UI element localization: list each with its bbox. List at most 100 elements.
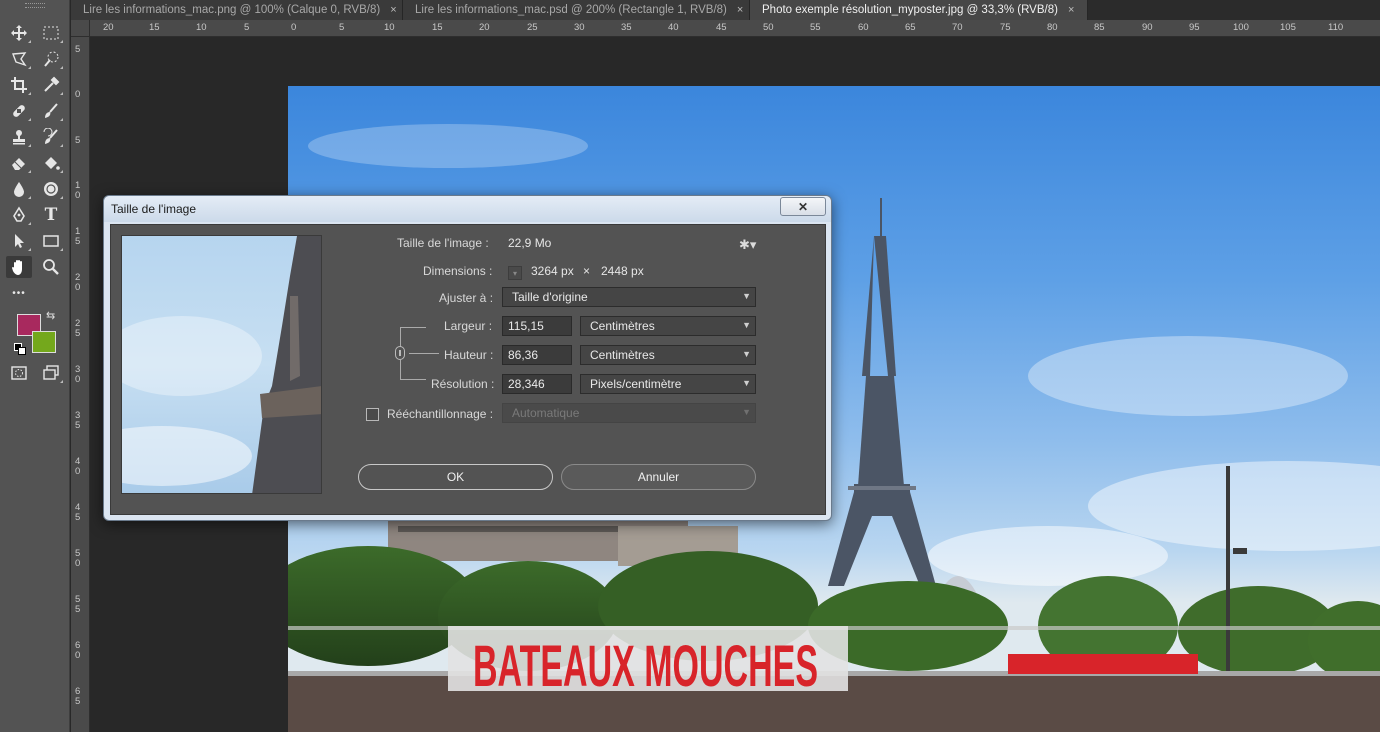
resolution-input[interactable]: 28,346 bbox=[502, 374, 572, 394]
move-tool-icon[interactable] bbox=[6, 22, 32, 44]
paint-bucket-tool-icon[interactable] bbox=[38, 152, 64, 174]
ruler-label: 5 bbox=[75, 44, 81, 55]
default-colors-icon[interactable] bbox=[14, 343, 26, 355]
clone-stamp-tool-icon[interactable] bbox=[6, 126, 32, 148]
eyedropper-tool-icon[interactable] bbox=[38, 74, 64, 96]
width-unit-value: Centimètres bbox=[590, 319, 655, 333]
link-bracket bbox=[400, 327, 426, 347]
close-icon[interactable]: ✕ bbox=[780, 197, 826, 216]
ruler-label: 50 bbox=[763, 22, 774, 33]
cancel-button[interactable]: Annuler bbox=[561, 464, 756, 490]
dodge-tool-icon[interactable] bbox=[38, 178, 64, 200]
dimensions-label: Dimensions : bbox=[423, 264, 493, 278]
dialog-titlebar[interactable]: Taille de l'image ✕ bbox=[104, 196, 831, 222]
chevron-down-icon: ▼ bbox=[742, 378, 751, 388]
chevron-down-icon: ▼ bbox=[742, 407, 751, 417]
close-tab-icon[interactable]: × bbox=[1068, 4, 1074, 16]
ruler-label: 4 5 bbox=[75, 502, 81, 523]
ruler-label: 5 bbox=[75, 135, 81, 146]
ruler-label: 45 bbox=[716, 22, 727, 33]
ok-button[interactable]: OK bbox=[358, 464, 553, 490]
ruler-label: 95 bbox=[1189, 22, 1200, 33]
ruler-label: 5 5 bbox=[75, 594, 81, 615]
type-tool-icon[interactable]: T bbox=[38, 204, 64, 226]
ruler-label: 3 0 bbox=[75, 364, 81, 385]
blur-tool-icon[interactable] bbox=[6, 178, 32, 200]
ruler-label: 85 bbox=[1094, 22, 1105, 33]
width-input[interactable]: 115,15 bbox=[502, 316, 572, 336]
history-brush-tool-icon[interactable] bbox=[38, 126, 64, 148]
settings-gear-icon[interactable]: ✱▾ bbox=[739, 237, 756, 253]
path-selection-tool-icon[interactable] bbox=[6, 230, 32, 252]
ruler-label: 10 bbox=[384, 22, 395, 33]
quick-mask-icon[interactable] bbox=[6, 362, 32, 384]
crop-tool-icon[interactable] bbox=[6, 74, 32, 96]
fit-to-select[interactable]: Taille d'origine ▼ bbox=[502, 287, 756, 307]
width-unit-select[interactable]: Centimètres ▼ bbox=[580, 316, 756, 336]
fit-to-value: Taille d'origine bbox=[512, 290, 588, 304]
close-tab-icon[interactable]: × bbox=[737, 4, 743, 16]
chevron-down-icon: ▼ bbox=[742, 349, 751, 359]
dimensions-unit-dropdown-icon[interactable]: ▾ bbox=[508, 266, 522, 280]
healing-brush-tool-icon[interactable] bbox=[6, 100, 32, 122]
resolution-label: Résolution : bbox=[431, 377, 495, 391]
swap-colors-icon[interactable]: ⇆ bbox=[46, 309, 55, 322]
ruler-label: 30 bbox=[574, 22, 585, 33]
panel-grip[interactable] bbox=[25, 3, 45, 8]
ruler-label: 3 5 bbox=[75, 410, 81, 431]
ruler-label: 10 bbox=[196, 22, 207, 33]
ruler-label: 105 bbox=[1280, 22, 1296, 33]
ruler-label: 20 bbox=[103, 22, 114, 33]
ruler-label: 110 bbox=[1328, 22, 1344, 33]
resample-label: Rééchantillonnage : bbox=[387, 407, 494, 421]
height-unit-value: Centimètres bbox=[590, 348, 655, 362]
eraser-tool-icon[interactable] bbox=[6, 152, 32, 174]
screen-mode-icon[interactable] bbox=[38, 362, 64, 384]
ruler-label: 90 bbox=[1142, 22, 1153, 33]
image-preview[interactable] bbox=[121, 235, 322, 494]
document-tab-active[interactable]: Photo exemple résolution_myposter.jpg @ … bbox=[750, 0, 1088, 20]
ruler-origin[interactable] bbox=[71, 20, 90, 37]
hand-tool-icon[interactable] bbox=[6, 256, 32, 278]
resolution-unit-select[interactable]: Pixels/centimètre ▼ bbox=[580, 374, 756, 394]
vertical-ruler[interactable]: 5 0 5 1 0 1 5 2 0 2 5 3 0 3 5 4 0 4 5 5 … bbox=[71, 37, 90, 732]
background-color-swatch[interactable] bbox=[32, 331, 56, 353]
ruler-label: 75 bbox=[1000, 22, 1011, 33]
height-input[interactable]: 86,36 bbox=[502, 345, 572, 365]
rectangle-tool-icon[interactable] bbox=[38, 230, 64, 252]
resample-method-value: Automatique bbox=[512, 406, 580, 420]
resample-method-select[interactable]: Automatique ▼ bbox=[502, 403, 756, 423]
tab-label: Lire les informations_mac.png @ 100% (Ca… bbox=[83, 4, 381, 16]
more-tools-icon[interactable]: ••• bbox=[6, 282, 32, 304]
height-unit-select[interactable]: Centimètres ▼ bbox=[580, 345, 756, 365]
dialog-title: Taille de l'image bbox=[111, 202, 197, 216]
lasso-tool-icon[interactable] bbox=[6, 48, 32, 70]
ruler-label: 55 bbox=[810, 22, 821, 33]
boat-sign-text: BATEAUX MOUCHES bbox=[473, 634, 818, 699]
ruler-label: 35 bbox=[621, 22, 632, 33]
horizontal-ruler[interactable]: 20 15 10 5 0 5 10 15 20 25 30 35 40 45 5… bbox=[90, 20, 1380, 37]
zoom-tool-icon[interactable] bbox=[38, 256, 64, 278]
tools-panel: T ••• ⇆ bbox=[0, 0, 70, 732]
ruler-label: 0 bbox=[291, 22, 297, 33]
pen-tool-icon[interactable] bbox=[6, 204, 32, 226]
constrain-proportions-chain-icon[interactable] bbox=[395, 346, 405, 360]
link-bracket bbox=[409, 353, 439, 354]
ruler-label: 15 bbox=[149, 22, 160, 33]
close-tab-icon[interactable]: × bbox=[390, 4, 396, 16]
quick-selection-tool-icon[interactable] bbox=[38, 48, 64, 70]
ruler-label: 20 bbox=[479, 22, 490, 33]
resample-checkbox[interactable] bbox=[366, 408, 379, 421]
document-tab[interactable]: Lire les informations_mac.psd @ 200% (Re… bbox=[403, 0, 750, 20]
ruler-label: 5 0 bbox=[75, 548, 81, 569]
dimensions-height: 2448 px bbox=[601, 264, 644, 278]
width-label: Largeur : bbox=[444, 319, 493, 333]
image-size-label: Taille de l'image : bbox=[397, 236, 489, 250]
tab-label: Photo exemple résolution_myposter.jpg @ … bbox=[762, 4, 1058, 16]
brush-tool-icon[interactable] bbox=[38, 100, 64, 122]
document-tab-bar: Lire les informations_mac.png @ 100% (Ca… bbox=[71, 0, 1380, 20]
link-bracket bbox=[400, 360, 426, 380]
document-tab[interactable]: Lire les informations_mac.png @ 100% (Ca… bbox=[71, 0, 403, 20]
image-size-value: 22,9 Mo bbox=[508, 236, 552, 250]
marquee-tool-icon[interactable] bbox=[38, 22, 64, 44]
